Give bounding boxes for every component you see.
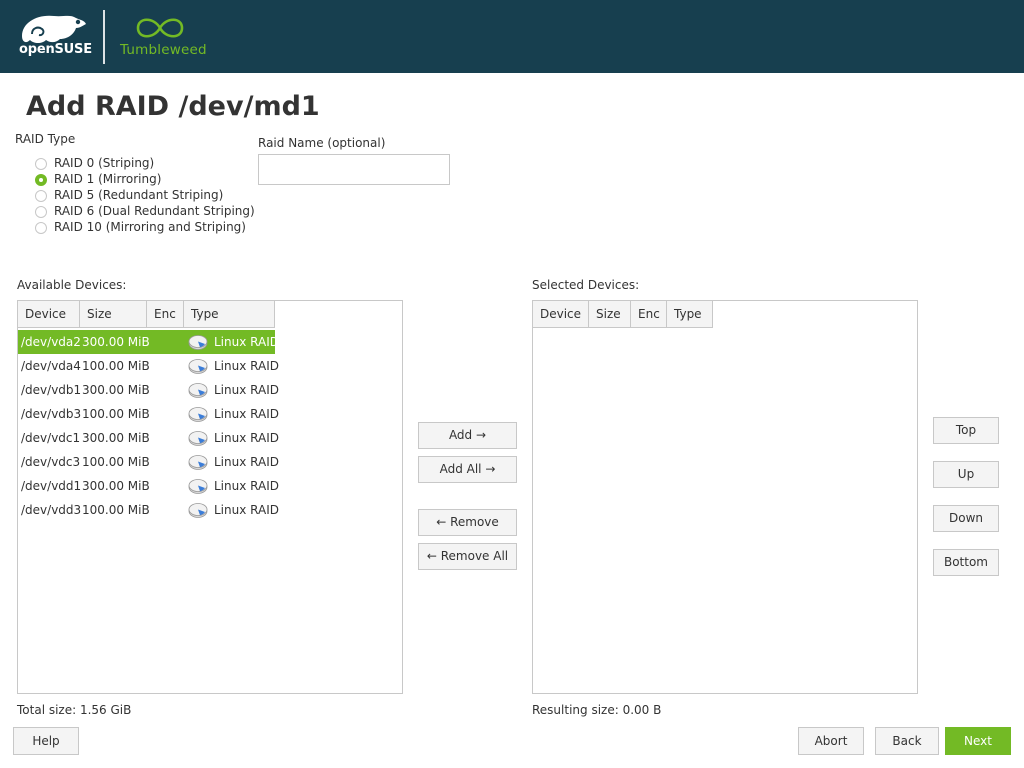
down-button[interactable]: Down bbox=[933, 505, 999, 532]
available-devices-label: Available Devices: bbox=[17, 278, 127, 292]
remove-all-button[interactable]: ← Remove All bbox=[418, 543, 517, 570]
available-devices-table[interactable]: Device Size Enc Type /dev/vda2 300.00 MiB… bbox=[17, 300, 403, 694]
resulting-size-label: Resulting size: 0.00 B bbox=[532, 703, 662, 717]
next-button-label: Next bbox=[964, 734, 992, 748]
size-cell: 300.00 MiB bbox=[82, 431, 150, 445]
device-cell: /dev/vdc1 bbox=[21, 431, 81, 445]
table-row[interactable]: /dev/vdc3 100.00 MiB Linux RAID bbox=[18, 450, 279, 474]
disk-icon bbox=[188, 455, 208, 470]
type-cell: Linux RAID bbox=[214, 383, 279, 397]
remove-button[interactable]: ← Remove bbox=[418, 509, 517, 536]
next-button[interactable]: Next bbox=[945, 727, 1011, 755]
top-button[interactable]: Top bbox=[933, 417, 999, 444]
selected-devices-table[interactable]: Device Size Enc Type bbox=[532, 300, 918, 694]
raid-type-option-label[interactable]: RAID 0 (Striping) bbox=[54, 156, 154, 170]
add-all-button-label: Add All → bbox=[439, 462, 496, 476]
back-button[interactable]: Back bbox=[875, 727, 939, 755]
size-cell: 300.00 MiB bbox=[82, 479, 150, 493]
remove-all-button-label: ← Remove All bbox=[426, 549, 509, 563]
selected-col-size[interactable]: Size bbox=[589, 301, 631, 328]
available-col-size[interactable]: Size bbox=[80, 301, 147, 328]
raid-type-radio[interactable] bbox=[35, 222, 47, 234]
tumbleweed-infinity-icon bbox=[136, 18, 184, 38]
available-col-enc[interactable]: Enc bbox=[147, 301, 184, 328]
help-button-label: Help bbox=[32, 734, 60, 748]
help-button[interactable]: Help bbox=[13, 727, 79, 755]
type-cell: Linux RAID bbox=[214, 407, 279, 421]
size-cell: 300.00 MiB bbox=[82, 383, 150, 397]
size-cell: 100.00 MiB bbox=[82, 407, 150, 421]
raid-name-input[interactable] bbox=[258, 154, 450, 185]
device-cell: /dev/vdc3 bbox=[21, 455, 81, 469]
raid-type-label: RAID Type bbox=[15, 132, 76, 146]
disk-icon bbox=[188, 407, 208, 422]
add-button-label: Add → bbox=[448, 428, 487, 442]
add-all-button[interactable]: Add All → bbox=[418, 456, 517, 483]
type-cell: Linux RAID bbox=[214, 431, 279, 445]
device-cell: /dev/vdb1 bbox=[21, 383, 82, 397]
device-cell: /dev/vdb3 bbox=[21, 407, 82, 421]
table-row[interactable]: /dev/vdb1 300.00 MiB Linux RAID bbox=[18, 378, 279, 402]
device-cell: /dev/vda2 bbox=[21, 335, 81, 349]
total-size-label: Total size: 1.56 GiB bbox=[17, 703, 132, 717]
device-cell: /dev/vdd3 bbox=[21, 503, 82, 517]
size-cell: 100.00 MiB bbox=[82, 503, 150, 517]
back-button-label: Back bbox=[892, 734, 922, 748]
raid-type-option-label[interactable]: RAID 5 (Redundant Striping) bbox=[54, 188, 223, 202]
raid-type-option-label[interactable]: RAID 6 (Dual Redundant Striping) bbox=[54, 204, 255, 218]
raid-type-option-label[interactable]: RAID 10 (Mirroring and Striping) bbox=[54, 220, 246, 234]
raid-type-radio[interactable] bbox=[35, 206, 47, 218]
add-button[interactable]: Add → bbox=[418, 422, 517, 449]
selected-col-device[interactable]: Device bbox=[533, 301, 589, 328]
down-button-label: Down bbox=[948, 511, 983, 525]
page-title: Add RAID /dev/md1 bbox=[26, 91, 320, 122]
disk-icon bbox=[188, 431, 208, 446]
remove-button-label: ← Remove bbox=[436, 515, 499, 529]
table-row[interactable]: /dev/vdd1 300.00 MiB Linux RAID bbox=[18, 474, 279, 498]
bottom-button[interactable]: Bottom bbox=[933, 549, 999, 576]
raid-type-option-label[interactable]: RAID 1 (Mirroring) bbox=[54, 172, 161, 186]
abort-button-label: Abort bbox=[814, 734, 848, 748]
available-col-device[interactable]: Device bbox=[18, 301, 80, 328]
disk-icon bbox=[188, 335, 208, 350]
table-row[interactable]: /dev/vda4 100.00 MiB Linux RAID bbox=[18, 354, 279, 378]
size-cell: 100.00 MiB bbox=[82, 359, 150, 373]
table-row[interactable]: /dev/vdd3 100.00 MiB Linux RAID bbox=[18, 498, 279, 522]
type-cell: Linux RAID bbox=[214, 479, 279, 493]
brand-name: openSUSE bbox=[19, 42, 92, 57]
disk-icon bbox=[188, 359, 208, 374]
table-row[interactable]: /dev/vdb3 100.00 MiB Linux RAID bbox=[18, 402, 279, 426]
raid-type-radio[interactable] bbox=[35, 190, 47, 202]
selected-devices-label: Selected Devices: bbox=[532, 278, 640, 292]
available-col-type[interactable]: Type bbox=[184, 301, 275, 328]
disk-icon bbox=[188, 479, 208, 494]
disk-icon bbox=[188, 383, 208, 398]
size-cell: 300.00 MiB bbox=[82, 335, 150, 349]
device-cell: /dev/vdd1 bbox=[21, 479, 82, 493]
size-cell: 100.00 MiB bbox=[82, 455, 150, 469]
device-cell: /dev/vda4 bbox=[21, 359, 81, 373]
type-cell: Linux RAID bbox=[214, 503, 279, 517]
up-button[interactable]: Up bbox=[933, 461, 999, 488]
selected-col-enc[interactable]: Enc bbox=[631, 301, 667, 328]
abort-button[interactable]: Abort bbox=[798, 727, 864, 755]
table-row[interactable]: /dev/vdc1 300.00 MiB Linux RAID bbox=[18, 426, 279, 450]
raid-type-radio[interactable] bbox=[35, 158, 47, 170]
type-cell: Linux RAID bbox=[214, 359, 279, 373]
type-cell: Linux RAID bbox=[214, 335, 279, 349]
disk-icon bbox=[188, 503, 208, 518]
raid-name-label: Raid Name (optional) bbox=[258, 136, 386, 150]
up-button-label: Up bbox=[957, 467, 975, 481]
bottom-button-label: Bottom bbox=[943, 555, 988, 569]
raid-type-radio[interactable] bbox=[35, 174, 47, 186]
table-row[interactable]: /dev/vda2 300.00 MiB Linux RAID bbox=[18, 330, 279, 354]
selected-col-type[interactable]: Type bbox=[667, 301, 713, 328]
top-button-label: Top bbox=[955, 423, 977, 437]
brand-divider bbox=[103, 10, 105, 64]
product-name: Tumbleweed bbox=[120, 42, 207, 58]
type-cell: Linux RAID bbox=[214, 455, 279, 469]
